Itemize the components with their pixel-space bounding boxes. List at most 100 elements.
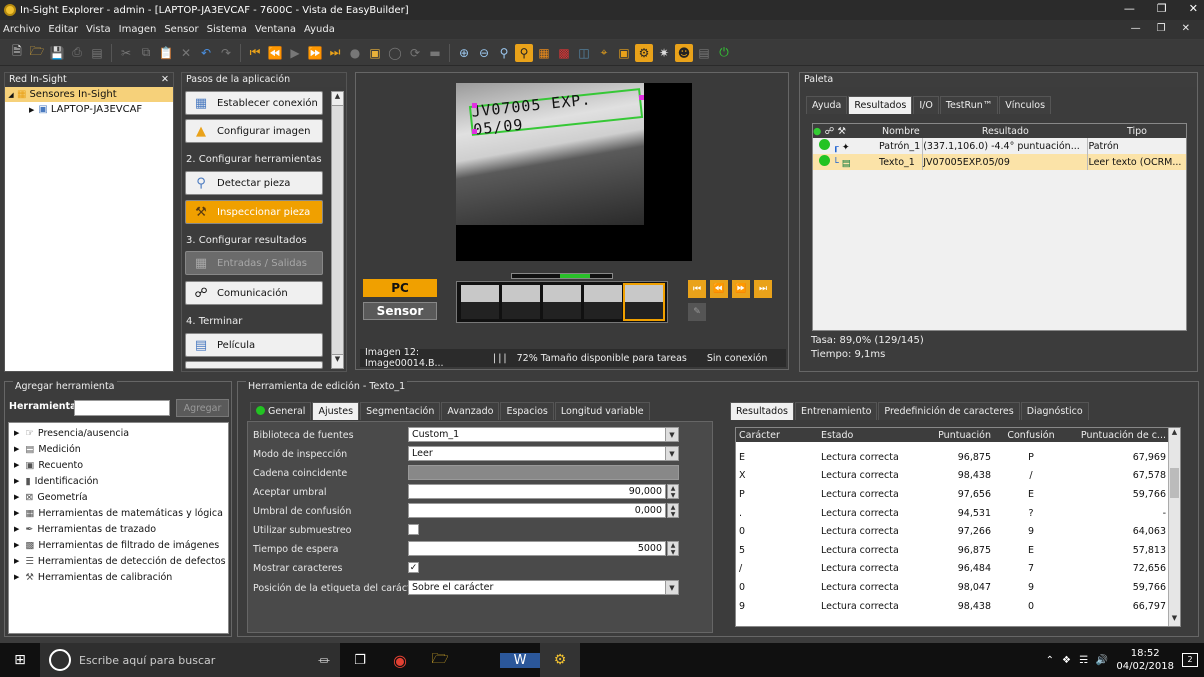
confusion-input[interactable]: 0,000 — [408, 503, 666, 518]
word-icon[interactable]: W — [500, 652, 540, 668]
col-puntuacion[interactable]: Puntuación — [906, 428, 991, 442]
menu-archivo[interactable]: Archivo — [3, 24, 40, 35]
chevron-down-icon[interactable]: ▼ — [665, 447, 678, 460]
steps-scrollbar[interactable]: ▲ ▼ — [331, 91, 344, 369]
col-estado[interactable]: Estado — [821, 428, 906, 442]
expand-icon[interactable]: ◢ — [5, 91, 17, 99]
sensor-mode-button[interactable]: Sensor — [363, 302, 437, 320]
tab-ayuda[interactable]: Ayuda — [806, 96, 848, 114]
dropbox-icon[interactable]: ❖ — [1062, 655, 1071, 666]
preview-icon[interactable]: ▤ — [88, 44, 106, 62]
tab-training[interactable]: Entrenamiento — [794, 402, 878, 420]
film-prev-icon[interactable]: ⏪ — [710, 280, 728, 298]
table-row[interactable]: 0 Lectura correcta 98,047 9 59,766 — [736, 578, 1169, 597]
table-row[interactable]: E Lectura correcta 96,875 P 67,969 — [736, 448, 1169, 467]
tool-category-item[interactable]: ▶ ▤ Medición — [9, 441, 228, 457]
taskbar-search[interactable]: Escribe aquí para buscar ⏛ — [40, 643, 340, 677]
tab-testrun[interactable]: TestRun™ — [939, 96, 999, 114]
timeout-input[interactable]: 5000 — [408, 541, 666, 556]
tray-chevron-icon[interactable]: ⌃ — [1046, 655, 1054, 666]
tab-results[interactable]: Resultados — [730, 402, 794, 420]
film-button[interactable]: ▤ Película — [185, 333, 323, 357]
zoom-out-icon[interactable]: ⊖ — [475, 44, 493, 62]
font-lib-select[interactable]: Custom_1 ▼ — [408, 427, 679, 442]
first-image-icon[interactable]: ⏮ — [246, 44, 264, 62]
table-row[interactable]: 5 Lectura correcta 96,875 E 57,813 — [736, 541, 1169, 560]
expand-icon[interactable]: ▶ — [14, 541, 19, 549]
tool-category-item[interactable]: ▶ ✒ Herramientas de trazado — [9, 521, 228, 537]
col-resultado[interactable]: Resultado — [923, 124, 1088, 138]
col-confusion[interactable]: Confusión — [991, 428, 1071, 442]
menu-ventana[interactable]: Ventana — [255, 24, 296, 35]
panel-close-icon[interactable]: ✕ — [161, 73, 169, 87]
match-input[interactable] — [408, 465, 679, 480]
detect-part-button[interactable]: ⚲ Detectar pieza — [185, 171, 323, 195]
table-row[interactable]: X Lectura correcta 98,438 / 67,578 — [736, 467, 1169, 486]
camera-image[interactable]: JV07005 EXP. 05/09 — [456, 83, 692, 261]
col-nombre[interactable]: Nombre — [879, 124, 923, 138]
tab-resultados[interactable]: Resultados — [848, 96, 913, 114]
add-button[interactable]: Agregar — [176, 399, 229, 417]
open-folder-icon[interactable]: 🗁 — [28, 44, 46, 62]
delete-icon[interactable]: ✕ — [177, 44, 195, 62]
handle-icon[interactable] — [472, 103, 477, 108]
table-row[interactable]: / Lectura correcta 96,484 7 72,656 — [736, 560, 1169, 579]
tab-io[interactable]: I/O — [913, 96, 939, 114]
expand-icon[interactable]: ▶ — [14, 573, 19, 581]
clock[interactable]: 18:52 04/02/2018 — [1116, 647, 1174, 673]
tool-category-item[interactable]: ▶ ☞ Presencia/ausencia — [9, 425, 228, 441]
insight-taskbar-icon[interactable]: ⚙ — [540, 643, 580, 677]
play-icon[interactable]: ▶ — [286, 44, 304, 62]
collapse-icon[interactable]: ▶ — [29, 106, 34, 114]
handle-icon[interactable] — [472, 129, 477, 134]
show-chars-checkbox[interactable]: ✓ — [408, 562, 419, 573]
notification-icon[interactable]: 2 — [1182, 653, 1198, 667]
tool-category-item[interactable]: ▶ ▩ Herramientas de filtrado de imágenes — [9, 537, 228, 553]
tool-category-item[interactable]: ▶ ⚒ Herramientas de calibración — [9, 569, 228, 585]
table-row[interactable]: ┎ ✦ Patrón_1 (337.1,106.0) -4.4° puntuac… — [813, 138, 1186, 154]
custom-view-icon[interactable]: ▩ — [555, 44, 573, 62]
handle-icon[interactable] — [639, 95, 644, 100]
next-step-button[interactable] — [185, 361, 323, 369]
expand-icon[interactable]: ▶ — [14, 429, 19, 437]
spinner-icon[interactable]: ▲ ▼ — [667, 484, 679, 499]
cut-icon[interactable]: ✂ — [117, 44, 135, 62]
record-icon[interactable]: ● — [346, 44, 364, 62]
tab-vinculos[interactable]: Vínculos — [999, 96, 1052, 114]
minimize-button[interactable]: — — [1124, 2, 1135, 15]
zoom-fill-icon[interactable]: ⚲ — [515, 43, 533, 62]
tab-char-predef[interactable]: Predefinición de caracteres — [878, 402, 1020, 420]
expand-icon[interactable]: ▶ — [14, 445, 19, 453]
col-puntuacion-conf[interactable]: Puntuación de c... — [1071, 428, 1169, 442]
tree-device[interactable]: ▶ ▣ LAPTOP-JA3EVCAF — [5, 102, 173, 117]
tool-category-item[interactable]: ▶ ☰ Herramientas de detección de defectos — [9, 553, 228, 569]
table-row[interactable]: 9 Lectura correcta 98,438 0 66,797 — [736, 597, 1169, 616]
tool-category-item[interactable]: ▶ ▦ Herramientas de matemáticas y lógica — [9, 505, 228, 521]
menu-editar[interactable]: Editar — [48, 24, 78, 35]
filmstrip-icon[interactable]: ▤ — [695, 44, 713, 62]
copy-icon[interactable]: ⧉ — [137, 44, 155, 62]
col-caracter[interactable]: Carácter — [736, 428, 821, 442]
expand-icon[interactable]: ▶ — [14, 509, 19, 517]
tool-category-item[interactable]: ▶ ▣ Recuento — [9, 457, 228, 473]
paste-icon[interactable]: 📋 — [157, 44, 175, 62]
expand-icon[interactable]: ▶ — [14, 557, 19, 565]
live-icon[interactable]: ◯ — [386, 44, 404, 62]
task-view-icon[interactable]: ❐ — [340, 653, 380, 668]
menu-ayuda[interactable]: Ayuda — [304, 24, 335, 35]
pc-mode-button[interactable]: PC — [363, 279, 437, 297]
tool-category-item[interactable]: ▶ ▮ Identificación — [9, 473, 228, 489]
expand-icon[interactable]: ▶ — [14, 461, 19, 469]
expand-icon[interactable]: ▶ — [14, 477, 19, 485]
last-image-icon[interactable]: ⏭ — [326, 44, 344, 62]
mdi-close-icon[interactable]: ✕ — [1182, 23, 1190, 34]
spinner-icon[interactable]: ▲ ▼ — [667, 503, 679, 518]
film-settings-icon[interactable]: ✎ — [688, 303, 706, 321]
microphone-icon[interactable]: ⏛ — [318, 652, 330, 669]
film-thumbnail[interactable] — [460, 285, 499, 319]
tab-espacios[interactable]: Espacios — [500, 402, 554, 420]
zoom-slider[interactable] — [511, 273, 613, 279]
menu-vista[interactable]: Vista — [86, 24, 111, 35]
spreadsheet-icon[interactable]: ▦ — [535, 44, 553, 62]
table-row[interactable]: P Lectura correcta 97,656 E 59,766 — [736, 485, 1169, 504]
